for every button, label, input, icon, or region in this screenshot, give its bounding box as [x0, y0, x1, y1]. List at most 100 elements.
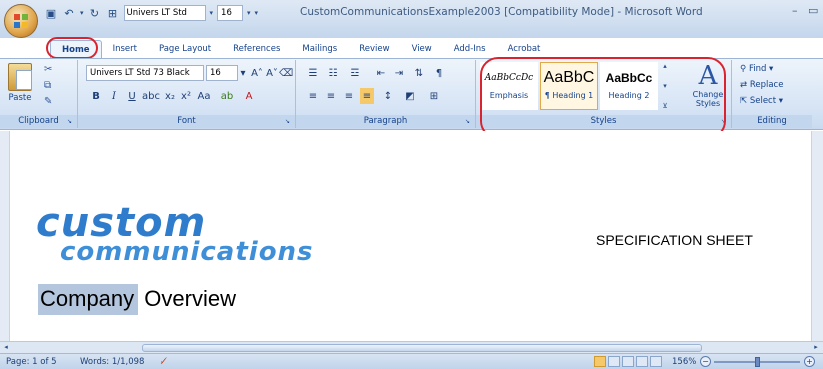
restore-button[interactable]: ▭ — [808, 4, 818, 17]
paste-label: Paste — [8, 93, 32, 103]
office-button[interactable] — [4, 4, 38, 38]
font-size-combo[interactable]: 16 — [206, 65, 238, 81]
qat-font-name-combo[interactable]: Univers LT Std — [123, 5, 206, 21]
clipboard-group: Paste ✂ ⧉ ✎ Clipboard ↘ — [0, 60, 78, 128]
zoom-slider-thumb[interactable] — [755, 357, 760, 367]
tab-acrobat[interactable]: Acrobat — [497, 40, 552, 58]
copy-icon[interactable]: ⧉ — [44, 80, 51, 91]
qat-font-dropdown-icon[interactable]: ▾ — [210, 9, 214, 17]
title-bar: ▣ ↶ ▾ ↻ ⊞ Univers LT Std ▾ 16 ▾ ▾ Custom… — [0, 0, 823, 38]
replace-label: Replace — [749, 80, 784, 90]
tab-view[interactable]: View — [401, 40, 443, 58]
proofing-icon[interactable]: ✓̸ — [160, 357, 167, 367]
clipboard-launcher-icon[interactable]: ↘ — [67, 118, 75, 126]
office-logo-icon — [14, 14, 28, 28]
align-left-icon[interactable]: ≡ — [306, 88, 320, 104]
document-heading[interactable]: Company Overview — [38, 284, 236, 315]
full-screen-reading-view-icon[interactable] — [608, 356, 620, 367]
qat-font-size-combo[interactable]: 16 — [217, 5, 244, 21]
company-logo-custom: custom — [36, 200, 207, 246]
tab-references[interactable]: References — [222, 40, 291, 58]
font-size-dropdown-icon[interactable]: ▾ — [238, 65, 248, 81]
print-layout-view-icon[interactable] — [594, 356, 606, 367]
shrink-font-icon[interactable]: A˅ — [266, 65, 278, 81]
vertical-scrollbar[interactable] — [811, 131, 823, 341]
justify-icon[interactable]: ≡ — [360, 88, 374, 104]
bold-icon[interactable]: B — [90, 88, 102, 104]
format-painter-icon[interactable]: ⊞ — [106, 6, 120, 20]
qat-size-dropdown-icon[interactable]: ▾ — [247, 9, 251, 17]
line-spacing-icon[interactable]: ↕ — [380, 88, 396, 104]
customize-qat-icon[interactable]: ▾ — [255, 9, 259, 17]
undo-dropdown-icon[interactable]: ▾ — [80, 9, 84, 17]
zoom-out-icon[interactable]: − — [700, 356, 711, 367]
shading-icon[interactable]: ◩ — [402, 88, 418, 104]
grow-font-icon[interactable]: A˄ — [250, 65, 264, 81]
change-case-icon[interactable]: Aa — [196, 88, 212, 104]
paragraph-group: ☰ ☷ ☲ ⇤ ⇥ ⇅ ¶ ≡ ≡ ≡ ≡ ↕ ◩ ⊞ Paragraph ↘ — [296, 60, 476, 128]
page-count[interactable]: Page: 1 of 5 — [6, 357, 57, 367]
format-painter-brush-icon[interactable]: ✎ — [44, 96, 52, 107]
multilevel-list-icon[interactable]: ☲ — [348, 65, 362, 81]
tab-insert[interactable]: Insert — [102, 40, 148, 58]
zoom-in-icon[interactable]: + — [804, 356, 815, 367]
font-name-combo[interactable]: Univers LT Std 73 Black — [86, 65, 204, 81]
zoom-level[interactable]: 156% — [672, 357, 696, 367]
cut-icon[interactable]: ✂ — [44, 64, 52, 75]
editing-group: ⚲ Find ▾ ⇄ Replace ⇱ Select ▾ Editing — [732, 60, 812, 128]
quick-access-toolbar: ▣ ↶ ▾ ↻ ⊞ Univers LT Std ▾ 16 ▾ ▾ — [44, 4, 258, 22]
paragraph-group-label: Paragraph — [296, 115, 475, 128]
paste-icon — [8, 63, 32, 91]
outline-view-icon[interactable] — [636, 356, 648, 367]
select-button[interactable]: ⇱ Select ▾ — [740, 96, 783, 106]
increase-indent-icon[interactable]: ⇥ — [392, 65, 406, 81]
horizontal-scrollbar[interactable]: ◂ ▸ — [0, 341, 823, 353]
decrease-indent-icon[interactable]: ⇤ — [374, 65, 388, 81]
scroll-left-icon[interactable]: ◂ — [1, 343, 11, 352]
tab-mailings[interactable]: Mailings — [291, 40, 348, 58]
font-group: Univers LT Std 73 Black 16 ▾ A˄ A˅ ⌫ B I… — [78, 60, 296, 128]
draft-view-icon[interactable] — [650, 356, 662, 367]
redo-icon[interactable]: ↻ — [88, 6, 102, 20]
bullets-icon[interactable]: ☰ — [306, 65, 320, 81]
company-logo-communications: communications — [60, 237, 314, 267]
find-button[interactable]: ⚲ Find ▾ — [740, 64, 773, 74]
align-center-icon[interactable]: ≡ — [324, 88, 338, 104]
horizontal-scroll-thumb[interactable] — [142, 344, 702, 352]
ribbon-tabs: Home Insert Page Layout References Maili… — [50, 40, 551, 58]
clipboard-group-label: Clipboard — [0, 115, 77, 128]
undo-icon[interactable]: ↶ — [62, 6, 76, 20]
font-color-icon[interactable]: A — [242, 88, 256, 104]
minimize-button[interactable]: – — [792, 4, 798, 17]
tab-page-layout[interactable]: Page Layout — [148, 40, 222, 58]
styles-highlight-circle — [480, 57, 726, 139]
scroll-right-icon[interactable]: ▸ — [811, 343, 821, 352]
window-title: CustomCommunicationsExample2003 [Compati… — [300, 6, 703, 18]
borders-icon[interactable]: ⊞ — [426, 88, 442, 104]
subscript-icon[interactable]: x₂ — [164, 88, 176, 104]
font-launcher-icon[interactable]: ↘ — [285, 118, 293, 126]
status-bar: Page: 1 of 5 Words: 1/1,098 ✓̸ 156% − + — [0, 353, 823, 369]
word-count[interactable]: Words: 1/1,098 — [80, 357, 144, 367]
save-icon[interactable]: ▣ — [44, 6, 58, 20]
underline-icon[interactable]: U — [126, 88, 138, 104]
tab-add-ins[interactable]: Add-Ins — [443, 40, 497, 58]
numbering-icon[interactable]: ☷ — [326, 65, 340, 81]
tab-review[interactable]: Review — [348, 40, 400, 58]
binoculars-icon: ⚲ — [740, 64, 749, 74]
sort-icon[interactable]: ⇅ — [412, 65, 426, 81]
web-layout-view-icon[interactable] — [622, 356, 634, 367]
superscript-icon[interactable]: x² — [180, 88, 192, 104]
align-right-icon[interactable]: ≡ — [342, 88, 356, 104]
replace-button[interactable]: ⇄ Replace — [740, 80, 783, 90]
text-highlight-icon[interactable]: ab — [218, 88, 236, 104]
editing-group-label: Editing — [732, 115, 812, 128]
paragraph-launcher-icon[interactable]: ↘ — [465, 118, 473, 126]
clear-formatting-icon[interactable]: ⌫ — [279, 65, 293, 81]
show-hide-marks-icon[interactable]: ¶ — [432, 65, 446, 81]
italic-icon[interactable]: I — [108, 88, 120, 104]
paste-button[interactable]: Paste — [6, 63, 34, 103]
selected-text[interactable]: Company — [38, 284, 139, 315]
select-label: Select ▾ — [749, 96, 784, 106]
strikethrough-icon[interactable]: abc — [142, 88, 160, 104]
